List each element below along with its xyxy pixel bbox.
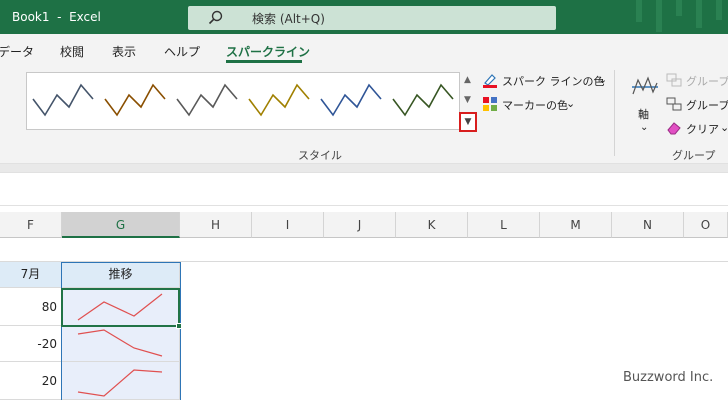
cell-f-row1[interactable]: 80 [0, 288, 62, 326]
ungroup-cmd-label: グループ解除 [686, 99, 728, 112]
tab-view[interactable]: 表示 [112, 43, 136, 60]
marker-color-button[interactable]: マーカーの色 ⌄ [482, 96, 582, 114]
window-title: Book1 - Excel [12, 10, 101, 24]
group-separator [614, 70, 615, 156]
ribbon-tab-row: データ 校閲 表示 ヘルプ スパークライン [0, 34, 728, 64]
chevron-down-icon: ⌄ [640, 122, 649, 133]
axis-button[interactable]: 軸 ⌄ [628, 72, 662, 138]
sparkline-style-thumbnail[interactable] [248, 83, 310, 117]
column-header-f[interactable]: F [0, 212, 62, 238]
decor-bar [716, 0, 722, 20]
active-tab-underline [226, 60, 302, 63]
sparkline-color-label: スパーク ラインの色 [502, 75, 605, 88]
column-header-o[interactable]: O [684, 212, 728, 238]
ungroup-icon [666, 97, 682, 111]
style-group-label: スタイル [298, 149, 342, 162]
style-gallery-canvas [32, 83, 454, 117]
column-header-h[interactable]: H [180, 212, 252, 238]
ribbon-gap [0, 164, 728, 172]
cell-f-row3[interactable]: 20 [0, 362, 62, 400]
ungroup-button[interactable]: グループ解除 [666, 96, 728, 114]
tab-sparkline[interactable]: スパークライン [226, 43, 310, 60]
group-icon [666, 73, 682, 87]
sparkline-color-button[interactable]: スパーク ラインの色 ⌄ [482, 72, 612, 90]
sparkline-style-gallery[interactable] [26, 72, 460, 130]
sparkline-style-thumbnail[interactable] [104, 83, 166, 117]
group-button[interactable]: グループ化 [666, 72, 728, 90]
tab-help[interactable]: ヘルプ [164, 43, 200, 60]
chevron-down-icon: ⌄ [566, 97, 576, 110]
gallery-scroll-up-button[interactable]: ▲ [460, 72, 475, 90]
sparkline-style-thumbnail[interactable] [176, 83, 238, 117]
active-cell-border [61, 288, 180, 327]
search-placeholder: 検索 (Alt+Q) [252, 12, 325, 26]
formula-bar[interactable] [0, 172, 728, 206]
eraser-icon [667, 122, 681, 135]
decor-bar [656, 0, 662, 32]
chevron-down-icon: ⌄ [720, 121, 728, 134]
empty-row[interactable] [0, 238, 728, 262]
column-header-l[interactable]: L [468, 212, 540, 238]
axis-label: 軸 [638, 108, 649, 121]
gallery-more-button[interactable]: ▼ [459, 112, 477, 132]
axis-icon [632, 76, 658, 95]
clear-button[interactable]: クリア ⌄ [666, 120, 728, 138]
sparkline-style-thumbnail[interactable] [32, 83, 94, 117]
sparkline-style-thumbnail[interactable] [392, 83, 454, 117]
search-box[interactable]: 検索 (Alt+Q) [188, 6, 556, 30]
watermark: Buzzword Inc. [623, 370, 714, 385]
marker-color-icon [483, 97, 497, 111]
table-border [61, 262, 181, 400]
chevron-down-icon: ⌄ [598, 73, 608, 86]
pen-color-icon [483, 74, 497, 88]
sparkline-style-thumbnail[interactable] [320, 83, 382, 117]
ribbon: ▲ ▼ ▼ スパーク ラインの色 ⌄ マーカーの色 ⌄ スタイル 軸 ⌄ グルー… [0, 64, 728, 164]
decor-bar [676, 0, 682, 16]
decor-bar [636, 0, 642, 22]
tab-review[interactable]: 校閲 [60, 43, 84, 60]
cell-f-header[interactable]: 7月 [0, 262, 62, 288]
search-icon [208, 10, 223, 25]
cell-f-row2[interactable]: -20 [0, 326, 62, 362]
group-group-label: グループ [672, 149, 716, 162]
group-cmd-label: グループ化 [686, 75, 728, 88]
tab-data[interactable]: データ [0, 43, 34, 60]
decor-bar [696, 0, 702, 28]
fill-handle[interactable] [176, 323, 182, 329]
gallery-scroll-down-button[interactable]: ▼ [460, 92, 475, 110]
column-header-j[interactable]: J [324, 212, 396, 238]
column-header-g[interactable]: G [62, 212, 180, 238]
column-header-k[interactable]: K [396, 212, 468, 238]
title-bar: Book1 - Excel 検索 (Alt+Q) [0, 0, 728, 34]
column-header-m[interactable]: M [540, 212, 612, 238]
marker-color-label: マーカーの色 [502, 99, 568, 112]
clear-label: クリア [686, 123, 719, 136]
column-header-i[interactable]: I [252, 212, 324, 238]
column-header-n[interactable]: N [612, 212, 684, 238]
